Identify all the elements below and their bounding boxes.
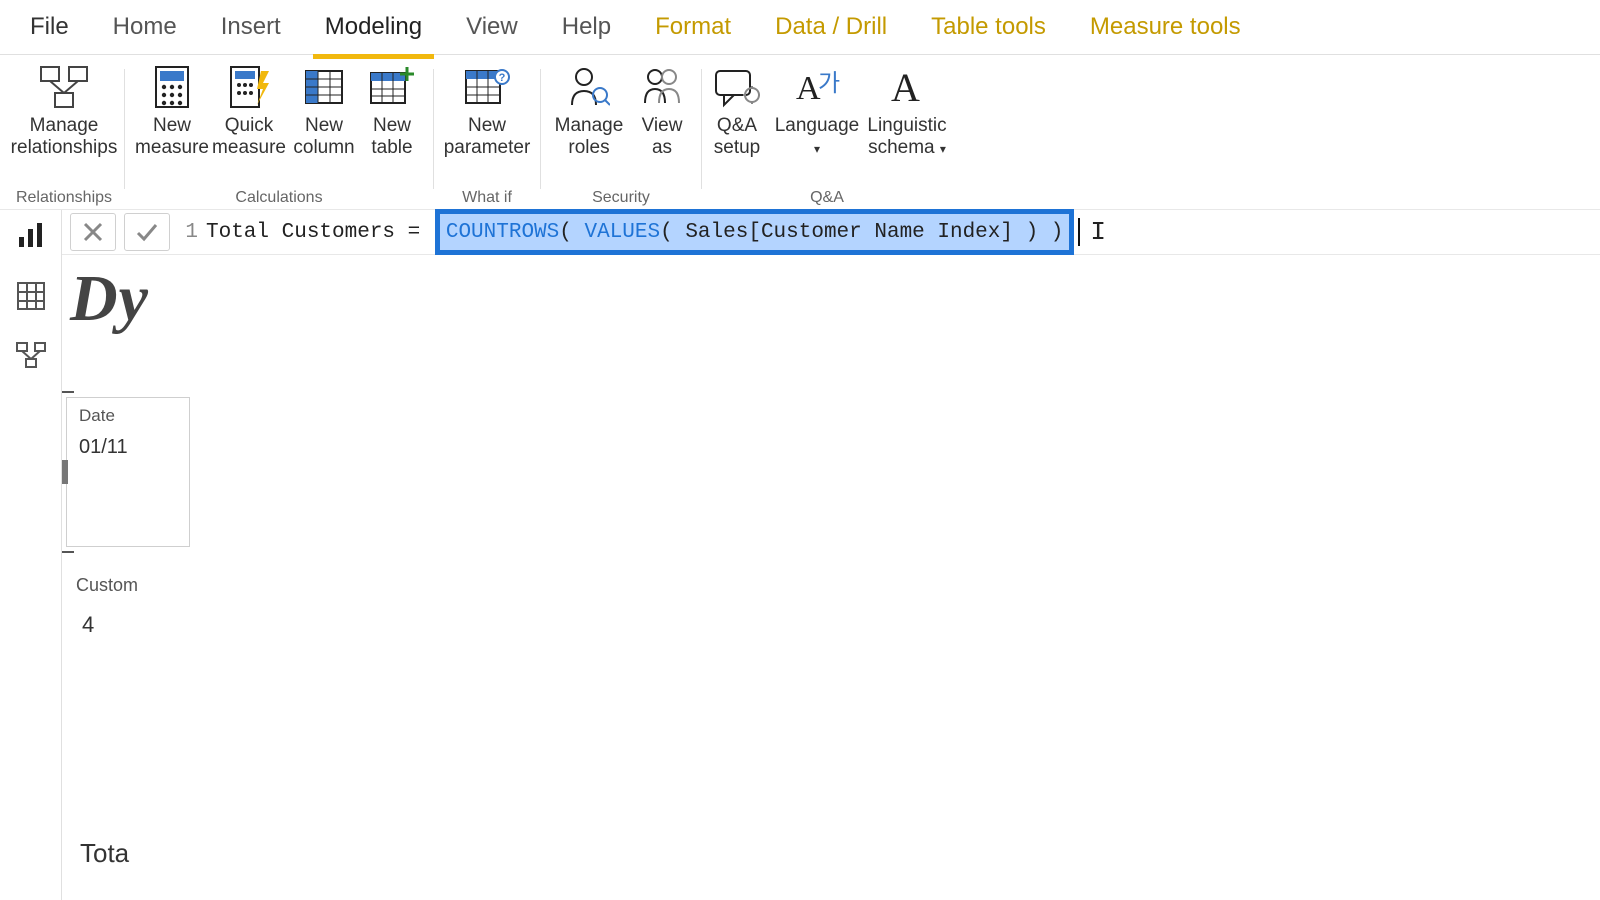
new-measure-label: New measure (135, 115, 209, 159)
group-calculations-label: Calculations (129, 189, 429, 209)
text-cursor-icon: I (1090, 217, 1106, 247)
group-relationships-label: Relationships (8, 189, 120, 209)
selection-corner-tl[interactable] (62, 391, 74, 405)
group-whatif-label: What if (438, 189, 536, 209)
qa-setup-button[interactable]: Q&A setup (704, 61, 770, 159)
date-slicer-card[interactable]: Date 01/11 (66, 397, 190, 547)
manage-roles-button[interactable]: Manage roles (549, 61, 629, 159)
new-parameter-button[interactable]: ? New parameter (439, 61, 535, 159)
formula-cursor (1078, 218, 1080, 246)
tab-file[interactable]: File (26, 7, 91, 47)
tab-help[interactable]: Help (540, 7, 633, 47)
tab-format[interactable]: Format (633, 7, 753, 47)
linguistic-schema-icon: A (879, 63, 935, 111)
new-table-button[interactable]: New table (361, 61, 423, 159)
manage-relationships-button[interactable]: Manage relationships (9, 61, 119, 159)
linguistic-schema-label: Linguistic schema ▾ (867, 115, 946, 159)
report-view-icon[interactable] (13, 218, 49, 254)
customer-tile[interactable]: Custom 4 (76, 575, 198, 638)
report-canvas[interactable]: Dy Date 01/11 Custom 4 Tota (62, 255, 198, 900)
commit-formula-button[interactable] (124, 213, 170, 251)
manage-roles-icon (561, 63, 617, 111)
new-column-button[interactable]: New column (289, 61, 359, 159)
qa-setup-icon (709, 63, 765, 111)
new-table-label: New table (371, 115, 412, 159)
data-view-icon[interactable] (13, 278, 49, 314)
parameter-icon: ? (459, 63, 515, 111)
svg-text:A: A (891, 65, 920, 109)
footer-fragment: Tota (80, 838, 198, 869)
quick-measure-icon (221, 63, 277, 111)
ribbon-tab-strip: File Home Insert Modeling View Help Form… (0, 0, 1600, 55)
view-as-label: View as (642, 115, 683, 159)
customer-tile-value: 4 (76, 596, 198, 638)
tab-home[interactable]: Home (91, 7, 199, 47)
formula-bar: 1 Total Customers = COUNTROWS( VALUES( S… (62, 210, 1600, 255)
page-title-fragment: Dy (62, 255, 198, 337)
svg-text:?: ? (499, 72, 506, 84)
ribbon-groups: Manage relationships Relationships New m… (0, 55, 1600, 210)
left-nav (0, 210, 62, 900)
manage-roles-label: Manage roles (555, 115, 624, 159)
new-table-icon (364, 63, 420, 111)
new-measure-button[interactable]: New measure (135, 61, 209, 159)
quick-measure-button[interactable]: Quick measure (211, 61, 287, 159)
formula-input[interactable]: Total Customers = COUNTROWS( VALUES( Sal… (206, 213, 1600, 251)
new-column-label: New column (293, 115, 354, 159)
formula-highlight: COUNTROWS( VALUES( Sales[Customer Name I… (435, 209, 1075, 255)
language-icon: A 가 (789, 63, 845, 111)
language-button[interactable]: A 가 Language▾ (772, 61, 862, 159)
card-header: Date (67, 398, 189, 432)
qa-setup-label: Q&A setup (714, 115, 760, 159)
customer-tile-label: Custom (76, 575, 198, 596)
linguistic-schema-button[interactable]: A Linguistic schema ▾ (864, 61, 950, 159)
tab-measure-tools[interactable]: Measure tools (1068, 7, 1263, 47)
formula-prefix: Total Customers = (206, 221, 433, 244)
group-qa-label: Q&A (706, 189, 948, 209)
tab-insert[interactable]: Insert (199, 7, 303, 47)
selection-corner-bl[interactable] (62, 539, 74, 553)
formula-line-number: 1 (170, 221, 206, 244)
tab-data-drill[interactable]: Data / Drill (753, 7, 909, 47)
tab-table-tools[interactable]: Table tools (909, 7, 1068, 47)
model-view-icon[interactable] (13, 338, 49, 374)
quick-measure-label: Quick measure (212, 115, 286, 159)
new-parameter-label: New parameter (444, 115, 531, 159)
relationships-icon (36, 63, 92, 111)
view-as-button[interactable]: View as (631, 61, 693, 159)
new-column-icon (296, 63, 352, 111)
svg-text:가: 가 (818, 70, 840, 97)
view-as-icon (634, 63, 690, 111)
cancel-formula-button[interactable] (70, 213, 116, 251)
group-security-label: Security (545, 189, 697, 209)
tab-view[interactable]: View (444, 7, 540, 47)
language-label: Language▾ (775, 115, 860, 159)
card-value: 01/11 (67, 432, 189, 471)
calculator-icon (144, 63, 200, 111)
selection-handle-left[interactable] (62, 460, 68, 484)
manage-relationships-label: Manage relationships (11, 115, 118, 159)
tab-modeling[interactable]: Modeling (303, 7, 444, 47)
